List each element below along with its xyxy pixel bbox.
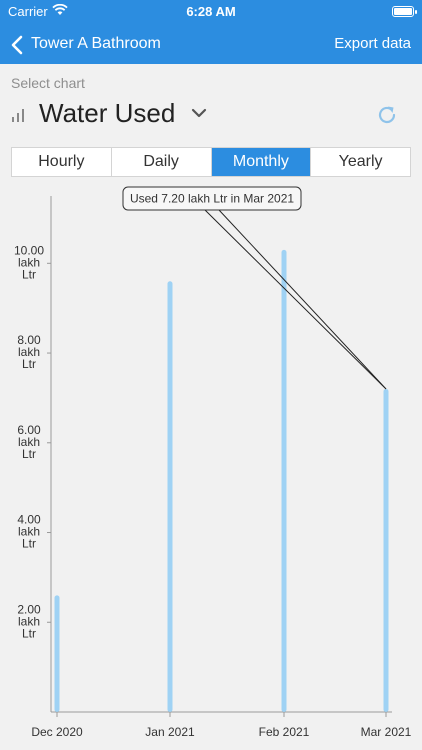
clock: 6:28 AM [186, 4, 236, 19]
x-tick-label: Dec 2020 [31, 725, 83, 739]
selected-chart-title[interactable]: Water Used [39, 98, 175, 129]
tooltip-pointer-line [218, 209, 387, 390]
navigation-bar: Tower A Bathroom Export data [0, 26, 422, 64]
y-tick-label: 10.00 lakh Ltr [14, 243, 44, 281]
bars [54, 249, 389, 712]
y-tick-label: 6.00 lakh Ltr [17, 423, 41, 461]
bar[interactable] [281, 249, 287, 712]
tooltip: Used 7.20 lakh Ltr in Mar 2021 [122, 186, 387, 390]
water-usage-chart[interactable]: 2.00 lakh Ltr 4.00 lakh Ltr 6.00 lakh Ltr 8.00 lak… [0, 180, 422, 750]
y-tick-label: 4.00 lakh Ltr [17, 513, 41, 551]
chevron-down-icon[interactable] [189, 105, 209, 126]
bar[interactable] [54, 595, 60, 712]
x-tick-label: Jan 2021 [145, 725, 195, 739]
bar[interactable] [167, 281, 173, 712]
status-bar: Carrier 6:28 AM [0, 0, 422, 26]
time-range-tabs: Hourly Daily Monthly Yearly [11, 147, 411, 177]
tab-daily[interactable]: Daily [112, 148, 212, 176]
tab-monthly[interactable]: Monthly [211, 148, 312, 176]
back-chevron-icon[interactable] [8, 34, 28, 56]
tooltip-pointer-line [204, 209, 387, 390]
x-tick-label: Mar 2021 [361, 725, 412, 739]
y-tick-label: 8.00 lakh Ltr [17, 333, 41, 371]
tab-hourly[interactable]: Hourly [12, 148, 112, 176]
x-axis: Dec 2020 Jan 2021 Feb 2021 Mar 2021 [31, 711, 412, 739]
signal-bars-icon [11, 108, 27, 127]
battery-icon [392, 6, 417, 17]
tab-yearly[interactable]: Yearly [311, 148, 410, 176]
export-data-button[interactable]: Export data [334, 35, 411, 52]
x-tick-label: Feb 2021 [259, 725, 310, 739]
y-tick-label: 2.00 lakh Ltr [17, 602, 41, 640]
bar[interactable] [383, 388, 389, 712]
refresh-icon[interactable] [375, 103, 399, 132]
y-axis: 2.00 lakh Ltr 4.00 lakh Ltr 6.00 lakh Ltr 8.00 lak… [14, 196, 52, 712]
page-title[interactable]: Tower A Bathroom [31, 35, 161, 53]
select-chart-label: Select chart [11, 75, 85, 91]
tooltip-text: Used 7.20 lakh Ltr in Mar 2021 [130, 192, 294, 206]
